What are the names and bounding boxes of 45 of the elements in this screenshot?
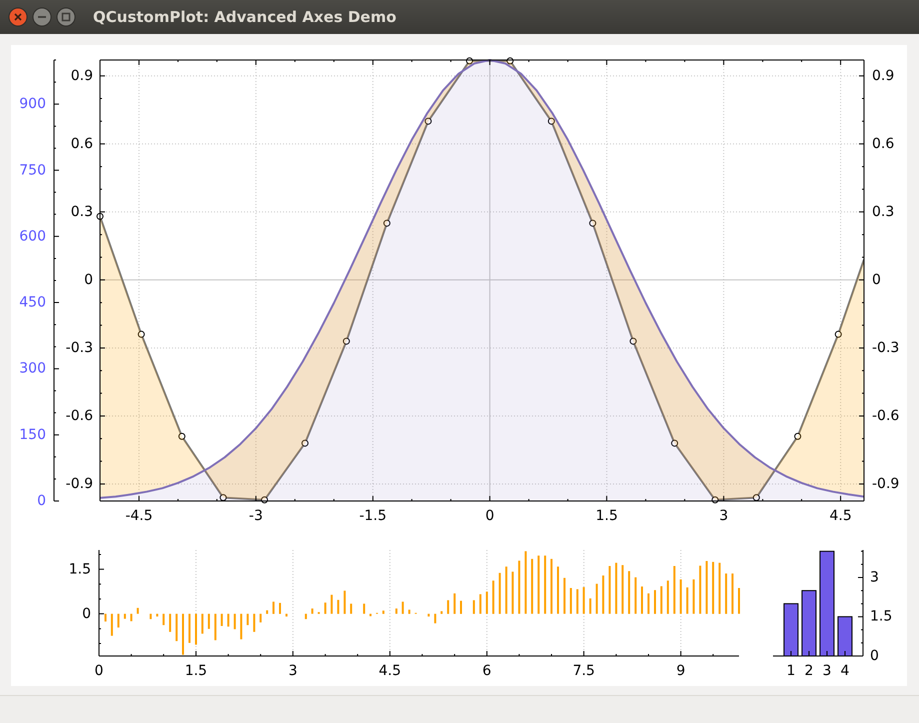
tick-label: 4 <box>840 663 850 679</box>
tick-label: 0 <box>94 663 104 679</box>
tick-label: -4.5 <box>125 508 153 524</box>
tick-label: 600 <box>19 228 46 244</box>
tick-label: 0.3 <box>872 204 894 220</box>
window-title: QCustomPlot: Advanced Axes Demo <box>93 8 396 26</box>
tick-label: 150 <box>19 426 46 443</box>
tick-label: -0.9 <box>66 476 93 492</box>
tick-label: -0.3 <box>872 340 900 356</box>
tick-label: 3 <box>719 508 728 524</box>
tick-label: 450 <box>19 294 46 311</box>
tick-label: 0.6 <box>872 136 894 152</box>
tick-label: 900 <box>19 96 46 112</box>
tick-label: 0 <box>870 648 879 664</box>
tick-label: -0.9 <box>872 476 900 492</box>
tick-label: 1.5 <box>68 561 91 578</box>
tick-label: 750 <box>19 162 46 178</box>
tick-label: 9 <box>676 663 686 679</box>
tick-label: 4.5 <box>378 663 402 679</box>
tick-label: 1.5 <box>596 508 618 524</box>
tick-label: 0 <box>485 508 494 524</box>
tick-label: 0 <box>84 272 93 288</box>
tick-label: 3 <box>288 663 298 679</box>
tick-label: 3 <box>870 569 879 586</box>
tick-label: 7.5 <box>572 663 595 679</box>
tick-label: 0.3 <box>70 204 93 220</box>
tick-label: -0.6 <box>66 408 93 424</box>
tick-label: 0.6 <box>70 136 93 152</box>
tick-label: 1.5 <box>184 663 208 679</box>
tick-label: 0 <box>82 606 91 622</box>
tick-label: 4.5 <box>829 508 852 524</box>
tick-label: 2 <box>804 663 814 679</box>
tick-label: -3 <box>248 508 263 524</box>
tick-label: 6 <box>482 663 492 679</box>
tick-label: -0.3 <box>66 340 93 356</box>
tick-label: -0.6 <box>872 408 900 424</box>
tick-label: 1.5 <box>870 608 892 625</box>
tick-label: 0 <box>37 493 46 509</box>
tick-label: 1 <box>786 663 796 679</box>
tick-label: 0.9 <box>872 68 894 84</box>
tick-label: 0 <box>872 272 881 288</box>
tick-label: 3 <box>822 663 832 679</box>
tick-label: 300 <box>19 360 46 377</box>
tick-label: 0.9 <box>70 68 93 84</box>
tick-label: -1.5 <box>359 508 387 524</box>
